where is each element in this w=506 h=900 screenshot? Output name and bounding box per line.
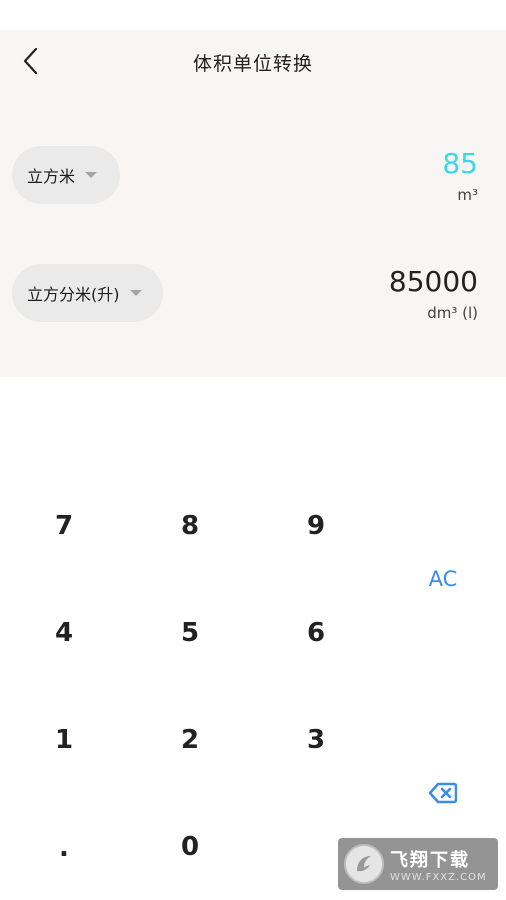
key-3[interactable]: 3 xyxy=(266,710,366,770)
clear-button[interactable]: AC xyxy=(393,549,493,609)
watermark-logo-icon xyxy=(344,844,384,884)
converter-panel: 立方米 85 m³ 立方分米(升) 85000 dm³ (l) xyxy=(0,92,506,377)
to-unit-label: 立方分米(升) xyxy=(27,285,120,304)
key-4[interactable]: 4 xyxy=(14,603,114,663)
delete-button[interactable] xyxy=(393,763,493,823)
from-unit-selector[interactable]: 立方米 xyxy=(12,146,120,204)
backspace-icon xyxy=(429,782,457,804)
watermark-url: WWW.FXXZ.COM xyxy=(390,871,487,883)
key-decimal[interactable]: . xyxy=(14,818,114,878)
number-keypad: 7 8 9 AC 4 5 6 1 2 3 . 0 xyxy=(0,470,506,900)
from-value: 85 xyxy=(442,147,478,180)
key-8[interactable]: 8 xyxy=(140,496,240,556)
from-unit-label: 立方米 xyxy=(27,167,76,186)
key-0[interactable]: 0 xyxy=(140,817,240,877)
key-2[interactable]: 2 xyxy=(140,710,240,770)
key-1[interactable]: 1 xyxy=(14,710,114,770)
site-watermark: 飞翔下载 WWW.FXXZ.COM xyxy=(338,838,498,890)
page-title: 体积单位转换 xyxy=(192,53,313,75)
key-5[interactable]: 5 xyxy=(140,603,240,663)
status-bar-area xyxy=(0,0,506,30)
from-unit-symbol: m³ xyxy=(457,186,478,204)
watermark-text: 飞翔下载 xyxy=(390,849,470,871)
from-value-display[interactable]: 85 m³ xyxy=(442,147,478,205)
key-7[interactable]: 7 xyxy=(14,496,114,556)
app-header: 体积单位转换 xyxy=(0,30,506,92)
key-9[interactable]: 9 xyxy=(266,496,366,556)
key-6[interactable]: 6 xyxy=(266,603,366,663)
to-unit-symbol: dm³ (l) xyxy=(427,304,478,322)
to-unit-selector[interactable]: 立方分米(升) xyxy=(12,264,163,322)
caret-down-icon xyxy=(85,172,98,178)
to-value-display[interactable]: 85000 dm³ (l) xyxy=(388,265,478,323)
caret-down-icon xyxy=(129,290,142,296)
to-value: 85000 xyxy=(388,265,478,298)
